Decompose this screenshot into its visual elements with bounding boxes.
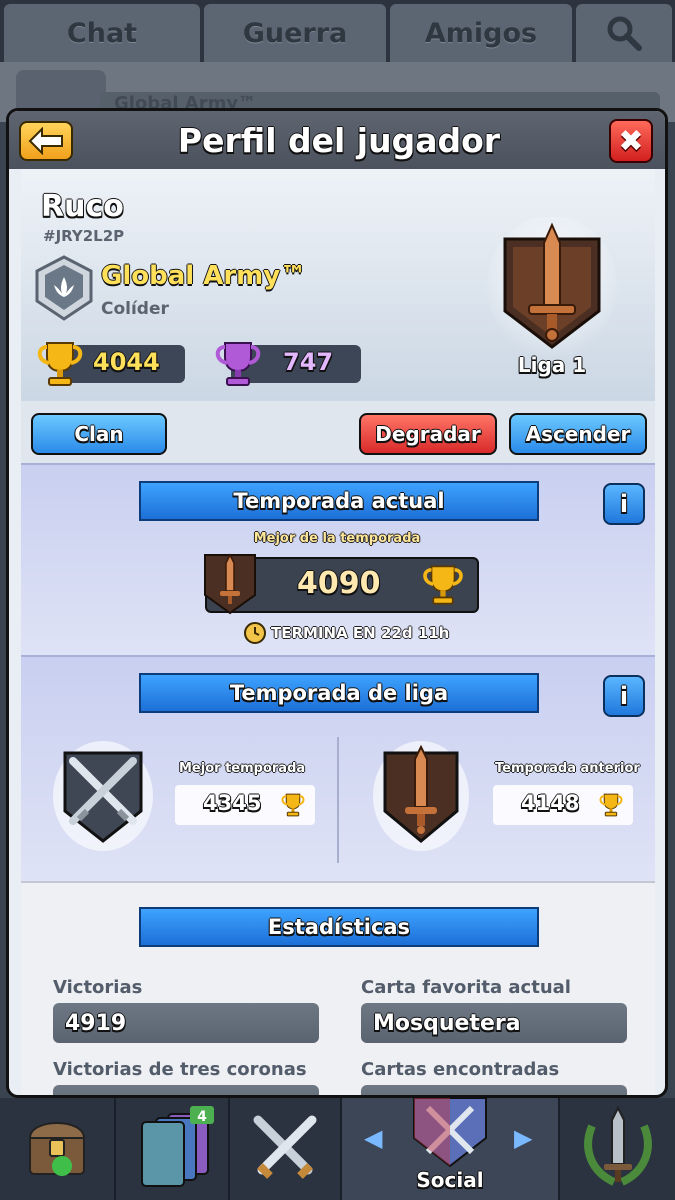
favorite-card-box[interactable]: Mosquetera xyxy=(361,1003,627,1043)
clan-role: Colíder xyxy=(101,299,169,319)
wins-box: 4919 xyxy=(53,1003,319,1043)
season-best-value: 4090 xyxy=(297,566,381,601)
back-arrow-icon xyxy=(28,127,63,155)
cards-icon: 4 xyxy=(141,1106,214,1187)
secondary-trophy-count: 747 xyxy=(283,348,334,376)
bottom-navigation: 4 ◀ ▶ Social xyxy=(0,1098,675,1200)
league-season-ribbon: Temporada de liga xyxy=(139,673,539,717)
previous-season-value: 4148 xyxy=(521,791,580,815)
bronze-league-previous-icon xyxy=(373,741,469,851)
trophy-count: 4044 xyxy=(93,348,160,376)
season-trophy-icon xyxy=(423,565,463,605)
cards-badge: 4 xyxy=(197,1109,207,1125)
tab-war[interactable]: Guerra xyxy=(204,4,386,62)
nav-battle[interactable] xyxy=(230,1098,342,1200)
trophy-icon xyxy=(281,793,305,817)
promote-button-label: Ascender xyxy=(525,422,631,446)
best-season-value: 4345 xyxy=(203,791,262,815)
search-icon xyxy=(607,16,642,51)
crossed-swords-league-icon xyxy=(53,741,153,851)
nav-tournaments[interactable] xyxy=(560,1098,675,1200)
clan-shield-icon xyxy=(413,1098,487,1168)
purple-trophy-icon xyxy=(215,342,261,386)
current-season-title: Temporada actual xyxy=(233,489,445,513)
previous-season-box: 4148 xyxy=(493,785,633,825)
back-button[interactable] xyxy=(19,121,73,161)
trophy-icon xyxy=(599,793,623,817)
clan-badge-icon[interactable] xyxy=(35,255,93,321)
section-divider xyxy=(337,737,339,863)
player-name: Ruco xyxy=(41,189,124,224)
gold-trophy-icon xyxy=(37,342,83,386)
nav-social[interactable]: ◀ ▶ Social xyxy=(342,1098,560,1200)
three-crown-wins-label: Victorias de tres coronas xyxy=(53,1059,307,1080)
modal-title: Perfil del jugador xyxy=(177,121,501,160)
three-crown-wins-box xyxy=(53,1085,319,1095)
league-label: Liga 1 xyxy=(517,353,587,377)
laurel-sword-icon xyxy=(584,1106,652,1186)
clan-button-label: Clan xyxy=(74,422,124,446)
close-button[interactable]: ✖ xyxy=(609,119,653,163)
clock-icon xyxy=(244,622,266,644)
tab-friends[interactable]: Amigos xyxy=(390,4,572,62)
current-season-info-button[interactable]: i xyxy=(603,483,645,525)
player-tag: #JRY2L2P xyxy=(43,227,125,245)
close-icon: ✖ xyxy=(618,123,644,159)
demote-button[interactable]: Degradar xyxy=(359,413,497,455)
best-season-box: 4345 xyxy=(175,785,315,825)
season-ends-in: TERMINA EN 22d 11h xyxy=(271,624,450,642)
previous-season-label: Temporada anterior xyxy=(495,761,640,776)
cards-found-box xyxy=(361,1085,627,1095)
statistics-ribbon: Estadísticas xyxy=(139,907,539,951)
league-season-info-button[interactable]: i xyxy=(603,675,645,717)
league-season-title: Temporada de liga xyxy=(229,681,449,705)
tab-war-label: Guerra xyxy=(242,17,348,49)
best-season-label: Mejor temporada xyxy=(179,761,306,776)
tab-friends-label: Amigos xyxy=(424,17,538,49)
crossed-swords-icon xyxy=(253,1115,317,1179)
top-tab-bar: Chat Guerra Amigos xyxy=(0,0,675,62)
search-button[interactable] xyxy=(576,4,672,62)
demote-button-label: Degradar xyxy=(375,422,481,446)
player-profile-modal: Perfil del jugador ✖ Ruco #JRY2L2P Globa… xyxy=(6,108,668,1098)
favorite-card-label: Carta favorita actual xyxy=(361,977,571,998)
current-season-ribbon: Temporada actual xyxy=(139,481,539,525)
favorite-card-value: Mosquetera xyxy=(373,1010,521,1036)
season-best-label: Mejor de la temporada xyxy=(253,531,421,546)
info-icon: i xyxy=(619,490,629,518)
nav-shop[interactable] xyxy=(0,1098,116,1200)
statistics-title: Estadísticas xyxy=(267,915,411,939)
clan-button[interactable]: Clan xyxy=(31,413,167,455)
clan-name[interactable]: Global Army™ xyxy=(101,261,306,291)
tab-chat-label: Chat xyxy=(66,17,138,49)
cards-found-label: Cartas encontradas xyxy=(361,1059,560,1080)
chest-icon xyxy=(28,1122,86,1176)
chevron-right-icon[interactable]: ▶ xyxy=(514,1124,532,1152)
promote-button[interactable]: Ascender xyxy=(509,413,647,455)
chevron-left-icon[interactable]: ◀ xyxy=(364,1124,382,1152)
bronze-league-icon xyxy=(204,553,256,615)
nav-social-label: Social xyxy=(416,1168,484,1192)
tab-chat[interactable]: Chat xyxy=(4,4,200,62)
wins-label: Victorias xyxy=(53,977,143,998)
league-badge-icon[interactable] xyxy=(487,217,617,367)
nav-cards[interactable]: 4 xyxy=(116,1098,230,1200)
info-icon: i xyxy=(619,682,629,710)
wins-value: 4919 xyxy=(65,1010,127,1036)
